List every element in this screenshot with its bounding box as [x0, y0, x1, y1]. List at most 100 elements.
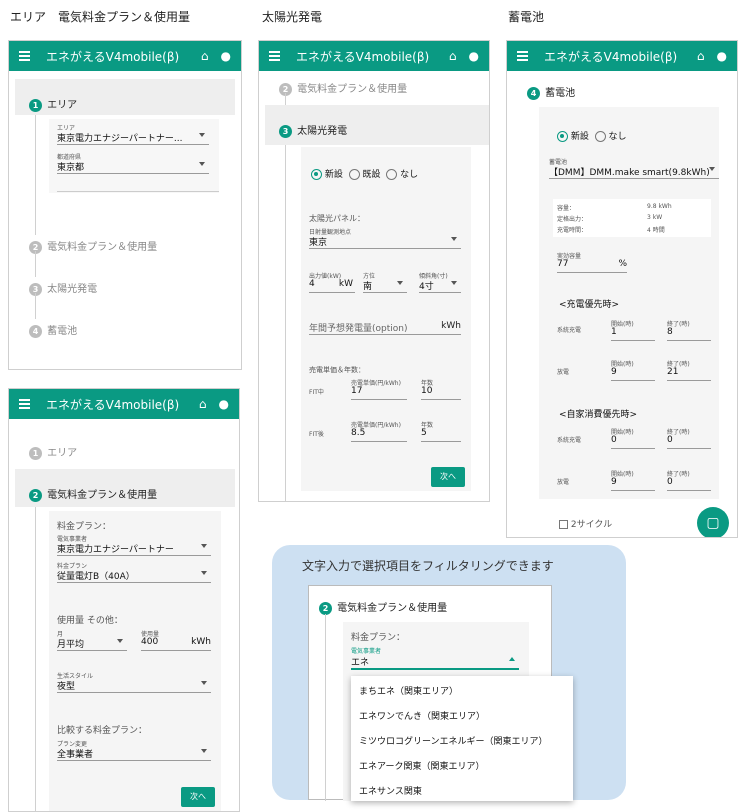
user-icon[interactable]: ●	[221, 49, 231, 63]
dir-select[interactable]: 南	[363, 279, 407, 293]
app-title: エネがえるV4mobile(β)	[46, 397, 180, 412]
step-label: 電気料金プラン＆使用量	[297, 84, 408, 95]
discharge-label: 放電	[557, 479, 570, 486]
effective-input[interactable]: 77%	[557, 259, 627, 273]
step-number: 2	[29, 489, 42, 502]
home-icon[interactable]: ⌂	[697, 49, 705, 63]
sell-heading: 売電単価＆年数：	[309, 366, 365, 374]
dropdown-option[interactable]: まちエネ（関東エリア）	[359, 684, 458, 697]
menu-icon[interactable]	[19, 49, 30, 63]
step-3[interactable]: 3 太陽光発電	[279, 119, 347, 138]
step-label: 電気料金プラン＆使用量	[337, 603, 448, 614]
fit-after-years-input[interactable]: 5	[421, 428, 461, 442]
home-icon[interactable]: ⌂	[199, 397, 207, 411]
radio-none[interactable]	[386, 169, 398, 180]
sp-dis-start-input[interactable]: 9	[611, 477, 655, 491]
chevron-down-icon	[451, 237, 457, 241]
panel-heading: 太陽光パネル：	[309, 214, 365, 223]
step-2[interactable]: 2 電気料金プラン＆使用量	[29, 483, 157, 502]
self-priority-heading: <自家消費優先時>	[559, 410, 638, 420]
radio-existing[interactable]	[348, 169, 360, 180]
output-input[interactable]: 4 kW	[309, 279, 355, 293]
provider-filter-input[interactable]: エネ	[351, 655, 519, 670]
step-2[interactable]: 2 電気料金プラン＆使用量	[279, 77, 407, 96]
pref-select[interactable]: 東京都	[57, 160, 209, 174]
fit-in-years-input[interactable]: 10	[421, 386, 461, 400]
step-number: 4	[527, 87, 540, 100]
radio-new[interactable]	[557, 131, 568, 142]
home-icon[interactable]: ⌂	[449, 49, 457, 63]
user-icon[interactable]: ●	[469, 49, 479, 63]
step-label: エリア	[47, 100, 78, 111]
rated-label: 定格出力：	[557, 216, 588, 223]
dropdown-list: まちエネ（関東エリア） エネワンでんき（関東エリア） ミツウロコグリーンエネルギ…	[351, 676, 573, 801]
step-label: 蓄電池	[47, 326, 78, 337]
app-bar: エネがえるV4mobile(β) ⌂ ●	[259, 41, 489, 71]
sp-grid-end-input[interactable]: 0	[667, 435, 711, 449]
change-select[interactable]: 全事業者	[57, 747, 211, 761]
charge-value: 4 時間	[647, 227, 665, 234]
cp-grid-start-input[interactable]: 1	[611, 327, 655, 341]
dropdown-option[interactable]: エネワンでんき（関東エリア）	[359, 709, 485, 722]
chevron-down-icon	[709, 167, 715, 171]
fit-in-price-input[interactable]: 17	[351, 386, 407, 400]
chevron-down-icon	[397, 281, 403, 285]
phone-area: エネがえるV4mobile(β) ⌂ ● 1 エリア エリア 東京電力エナジーパ…	[8, 40, 242, 370]
charge-priority-heading: <充電優先時>	[559, 300, 620, 310]
two-cycle-checkbox[interactable]: 2サイクル	[559, 517, 612, 530]
battery-radio-group: 新設 なし	[557, 129, 627, 142]
provider-select[interactable]: 東京電力エナジーパートナー	[57, 542, 211, 556]
usage-heading: 使用量 その他：	[57, 616, 123, 626]
step-2[interactable]: 2 電気料金プラン＆使用量	[319, 596, 447, 615]
step-4[interactable]: 4 蓄電池	[527, 81, 575, 100]
sp-grid-start-input[interactable]: 0	[611, 435, 655, 449]
output-unit: kW	[338, 279, 353, 289]
battery-select[interactable]: 【DMM】DMM.make smart(9.8kWh)	[549, 165, 719, 179]
usage-input[interactable]: 400 kWh	[141, 637, 211, 651]
radio-new[interactable]	[311, 169, 322, 180]
plan-heading: 料金プラン：	[57, 522, 112, 532]
cp-dis-start-input[interactable]: 9	[611, 367, 655, 381]
effective-unit: %	[618, 259, 627, 269]
cp-dis-end-input[interactable]: 21	[667, 367, 711, 381]
fit-after-label: FIT後	[309, 431, 324, 438]
fit-after-price-input[interactable]: 8.5	[351, 428, 407, 442]
chat-icon[interactable]: ▢	[697, 507, 729, 537]
dropdown-option[interactable]: エネアーク関東（関東エリア）	[359, 759, 484, 772]
radio-none[interactable]	[594, 131, 606, 142]
step-2[interactable]: 2 電気料金プラン＆使用量	[29, 235, 157, 254]
plan-select[interactable]: 従量電灯B（40A）	[57, 569, 211, 583]
user-icon[interactable]: ●	[717, 49, 727, 63]
site-select[interactable]: 東京	[309, 235, 461, 249]
home-icon[interactable]: ⌂	[201, 49, 209, 63]
month-select[interactable]: 月平均	[57, 637, 127, 651]
step-number: 1	[29, 99, 42, 112]
menu-icon[interactable]	[19, 397, 30, 411]
step-3[interactable]: 3 太陽光発電	[29, 277, 97, 296]
fit-in-label: FIT中	[309, 389, 324, 396]
section-title-area: エリア 電気料金プラン＆使用量	[10, 10, 191, 24]
plan-heading: 料金プラン：	[351, 633, 406, 643]
solar-radio-group: 新設 既設 なし	[311, 167, 418, 180]
step-1[interactable]: 1 エリア	[29, 93, 77, 112]
menu-icon[interactable]	[517, 49, 528, 63]
menu-icon[interactable]	[269, 49, 280, 63]
step-label: 電気料金プラン＆使用量	[47, 242, 158, 253]
step-1[interactable]: 1 エリア	[29, 441, 77, 460]
sp-dis-end-input[interactable]: 0	[667, 477, 711, 491]
chevron-down-icon	[199, 133, 205, 137]
next-button[interactable]: 次へ	[181, 787, 215, 807]
annual-input[interactable]: 年間予想発電量(option) kWh	[309, 321, 461, 335]
next-button[interactable]: 次へ	[431, 467, 465, 487]
dropdown-option[interactable]: エネサンス関東	[359, 784, 422, 797]
user-icon[interactable]: ●	[219, 397, 229, 411]
area-select[interactable]: 東京電力エナジーパートナー...	[57, 131, 209, 145]
tilt-select[interactable]: 4寸	[419, 279, 461, 293]
chevron-down-icon	[201, 681, 207, 685]
app-bar: エネがえるV4mobile(β) ⌂ ●	[9, 389, 239, 419]
dropdown-option[interactable]: ミツウロコグリーンエネルギー（関東エリア）	[359, 734, 548, 747]
callout-screen: 2 電気料金プラン＆使用量 料金プラン： 電気事業者 エネ まちエネ（関東エリア…	[308, 585, 573, 801]
life-select[interactable]: 夜型	[57, 679, 211, 693]
cp-grid-end-input[interactable]: 8	[667, 327, 711, 341]
step-4[interactable]: 4 蓄電池	[29, 319, 77, 338]
